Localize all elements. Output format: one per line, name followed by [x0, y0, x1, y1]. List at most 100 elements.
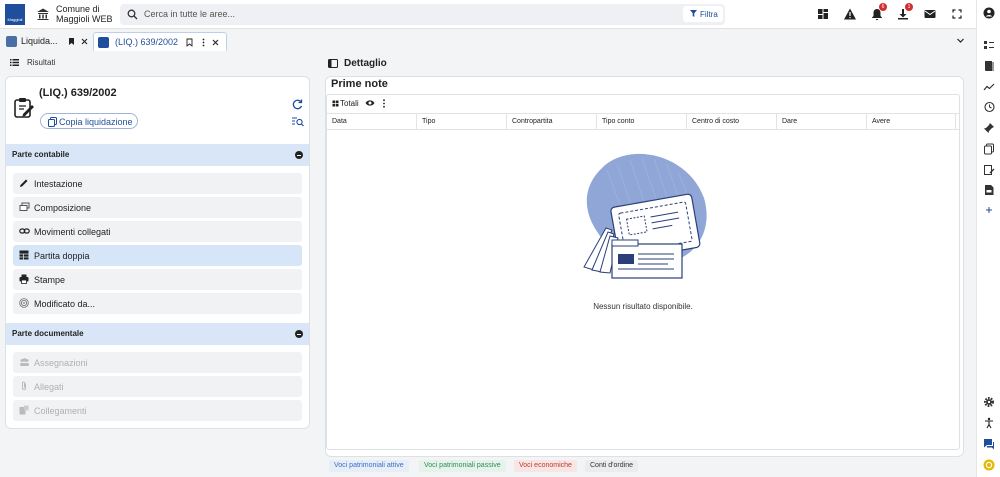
column-header-avere[interactable]: Avere [867, 114, 956, 130]
list-icon [10, 59, 19, 66]
nav-item-label: Intestazione [34, 179, 83, 189]
tab-liquidazione-detail[interactable]: (LIQ.) 639/2002 [93, 32, 227, 51]
mail-icon[interactable] [923, 7, 937, 21]
nav-item-stampe[interactable]: Stampe [13, 269, 302, 290]
nav-item-allegati: Allegati [13, 376, 302, 397]
eye-icon[interactable] [365, 99, 375, 107]
table-icon [19, 250, 29, 260]
global-search[interactable]: Cerca in tutte le aree... Filtra [120, 4, 725, 25]
fingerprint-icon [19, 298, 29, 308]
column-header-dare[interactable]: Dare [777, 114, 867, 130]
refresh-icon[interactable] [291, 98, 304, 111]
linked-docs-icon [19, 405, 29, 415]
pin-icon[interactable] [983, 122, 995, 134]
edit-doc-icon[interactable] [983, 164, 995, 176]
right-rail [976, 0, 1000, 477]
grid-toolbar: Totali [327, 95, 959, 113]
help-icon[interactable] [983, 459, 995, 471]
nav-item-movimenti-collegati[interactable]: Movimenti collegati [13, 221, 302, 242]
search-input[interactable]: Cerca in tutte le aree... [144, 9, 235, 19]
logo-text: Maggioli [7, 17, 23, 22]
copy-icon[interactable] [983, 143, 995, 155]
trend-icon[interactable] [983, 81, 995, 93]
tab-liquidazioni[interactable]: Liquida... [3, 32, 91, 51]
list-doc-icon [6, 36, 17, 47]
prime-note-grid: Totali Data Tipo Contropartita Tipo cont… [326, 94, 960, 450]
nav-item-composizione[interactable]: Composizione [13, 197, 302, 218]
detail-panel: Prime note Totali Data Tipo Contropartit… [325, 76, 964, 457]
copy-icon [48, 117, 57, 127]
collapse-icon[interactable] [295, 330, 303, 338]
side-panel-icon[interactable] [328, 59, 338, 68]
tab-bar: Liquida... (LIQ.) 639/2002 [0, 30, 975, 52]
more-vert-icon[interactable] [382, 99, 386, 108]
chevron-down-icon[interactable] [956, 36, 965, 45]
bookmark-icon[interactable] [67, 37, 76, 46]
column-header-contropartita[interactable]: Contropartita [507, 114, 597, 130]
legend-voci-patrimoniali-passive: Voci patrimoniali passive [419, 460, 506, 472]
history-icon[interactable] [983, 101, 995, 113]
settings-icon[interactable] [983, 396, 995, 408]
section-parte-contabile[interactable]: Parte contabile [6, 144, 309, 166]
nav-item-label: Composizione [34, 203, 92, 213]
plus-icon[interactable] [983, 204, 995, 216]
attachment-icon [22, 381, 26, 390]
more-vert-icon[interactable] [199, 38, 208, 47]
dashboard-icon[interactable] [816, 7, 830, 21]
section-parte-documentale[interactable]: Parte documentale [6, 323, 309, 345]
search-list-icon[interactable] [291, 115, 304, 128]
close-icon[interactable] [211, 38, 220, 47]
nav-item-intestazione[interactable]: Intestazione [13, 173, 302, 194]
copy-label: Copia liquidazione [59, 117, 133, 127]
legend-voci-economiche: Voci economiche [514, 460, 577, 472]
nav-item-label: Collegamenti [34, 406, 87, 416]
search-icon [127, 9, 138, 20]
accessibility-icon[interactable] [983, 417, 995, 429]
record-title: (LIQ.) 639/2002 [39, 87, 117, 99]
copy-liquidazione-button[interactable]: Copia liquidazione [40, 113, 138, 129]
column-header-data[interactable]: Data [327, 114, 417, 130]
nav-item-assegnazioni: Assegnazioni [13, 352, 302, 373]
navigation-panel: (LIQ.) 639/2002 Copia liquidazione Parte… [5, 76, 310, 429]
detail-title: Dettaglio [344, 58, 387, 69]
tab-label: (LIQ.) 639/2002 [115, 37, 179, 47]
chat-icon[interactable] [983, 438, 995, 450]
list-icon[interactable] [983, 39, 995, 51]
grid-title: Prime note [331, 78, 388, 90]
bank-icon [37, 8, 49, 20]
downloads-badge: 1 [905, 3, 913, 11]
filter-button[interactable]: Filtra [683, 6, 723, 22]
nav-item-collegamenti: Collegamenti [13, 400, 302, 421]
book-icon[interactable] [983, 60, 995, 72]
top-bar: Maggioli Comune di Maggioli WEB Cerca in… [0, 0, 1000, 29]
totals-icon [332, 100, 339, 107]
filter-label: Filtra [700, 10, 718, 19]
nav-item-label: Movimenti collegati [34, 227, 111, 237]
bookmark-outline-icon[interactable] [185, 38, 194, 47]
column-header-row: Data Tipo Contropartita Tipo conto Centr… [327, 113, 959, 130]
app-title-line2: Maggioli WEB [56, 14, 113, 24]
nav-item-label: Allegati [34, 382, 64, 392]
user-icon[interactable] [983, 7, 995, 19]
fullscreen-icon[interactable] [950, 7, 964, 21]
nav-item-modificato-da[interactable]: Modificato da... [13, 293, 302, 314]
filter-icon [690, 10, 697, 17]
doc-tab-icon [98, 37, 109, 48]
column-header-centro-di-costo[interactable]: Centro di costo [687, 114, 777, 130]
nav-item-label: Stampe [34, 275, 66, 285]
warning-icon[interactable] [843, 7, 857, 21]
pdf-icon[interactable] [983, 184, 995, 196]
column-header-tipo-conto[interactable]: Tipo conto [597, 114, 687, 130]
section-title: Parte documentale [12, 329, 84, 338]
nav-item-partita-doppia[interactable]: Partita doppia [13, 245, 302, 266]
empty-message: Nessun risultato disponibile. [593, 302, 693, 311]
app-title-line1: Comune di [56, 4, 100, 14]
maggioli-logo[interactable]: Maggioli [5, 4, 25, 25]
column-header-tipo[interactable]: Tipo [417, 114, 507, 130]
app-title[interactable]: Comune di Maggioli WEB [56, 4, 113, 24]
close-icon[interactable] [80, 37, 89, 46]
collapse-icon[interactable] [295, 151, 303, 159]
nav-item-label: Partita doppia [34, 251, 90, 261]
document-edit-icon [14, 98, 34, 118]
section-title: Parte contabile [12, 150, 70, 159]
